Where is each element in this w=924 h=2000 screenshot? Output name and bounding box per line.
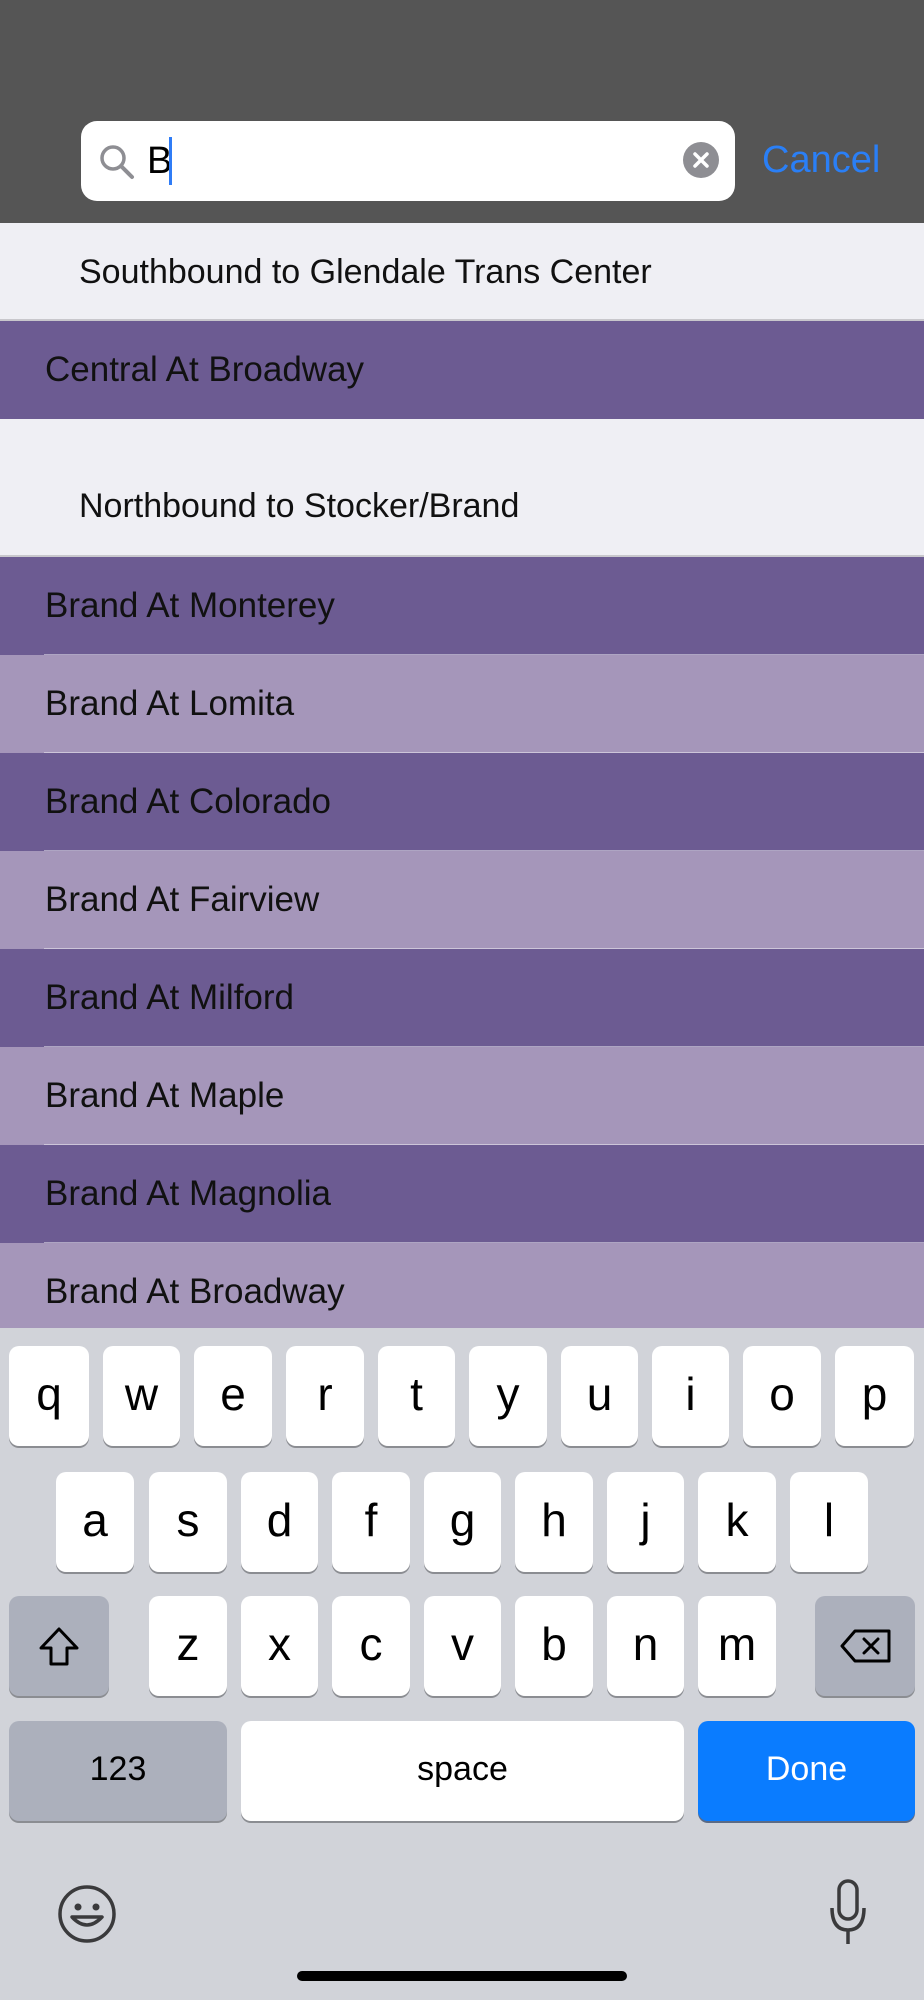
key-y[interactable]: y xyxy=(469,1346,547,1446)
key-c[interactable]: c xyxy=(332,1596,410,1696)
key-r[interactable]: r xyxy=(286,1346,364,1446)
key-j[interactable]: j xyxy=(607,1472,684,1572)
shift-icon xyxy=(39,1627,79,1666)
key-a[interactable]: a xyxy=(56,1472,134,1572)
stop-name: Central At Broadway xyxy=(45,350,365,389)
section-header-label: Northbound to Stocker/Brand xyxy=(79,487,520,525)
stop-name: Brand At Milford xyxy=(45,978,294,1017)
list-item[interactable]: Brand At Lomita xyxy=(0,655,924,753)
list-item[interactable]: Brand At Colorado xyxy=(0,753,924,851)
stop-name: Brand At Fairview xyxy=(45,880,320,919)
backspace-icon xyxy=(840,1629,891,1663)
list-item[interactable]: Brand At Milford xyxy=(0,949,924,1047)
cancel-button[interactable]: Cancel xyxy=(762,130,880,190)
stop-name: Brand At Lomita xyxy=(45,684,295,723)
key-u[interactable]: u xyxy=(561,1346,638,1446)
key-x[interactable]: x xyxy=(241,1596,318,1696)
key-h[interactable]: h xyxy=(515,1472,593,1572)
list-item[interactable]: Brand At Monterey xyxy=(0,557,924,655)
list-item[interactable]: Brand At Fairview xyxy=(0,851,924,949)
key-w[interactable]: w xyxy=(103,1346,180,1446)
section-header-label: Southbound to Glendale Trans Center xyxy=(79,253,652,291)
key-e[interactable]: e xyxy=(194,1346,272,1446)
microphone-icon[interactable] xyxy=(828,1878,868,1948)
stop-name: Brand At Broadway xyxy=(45,1272,345,1311)
section-header: Southbound to Glendale Trans Center xyxy=(0,223,924,321)
section-header: Northbound to Stocker/Brand xyxy=(0,419,924,557)
key-o[interactable]: o xyxy=(743,1346,821,1446)
search-icon xyxy=(100,145,134,179)
key-d[interactable]: d xyxy=(241,1472,318,1572)
stop-name: Brand At Colorado xyxy=(45,782,332,821)
shift-key[interactable] xyxy=(9,1596,109,1696)
keyboard: q w e r t y u i o p a s d f g h j k l z … xyxy=(0,1328,924,2000)
key-v[interactable]: v xyxy=(424,1596,501,1696)
text-cursor xyxy=(169,137,172,185)
stop-name: Brand At Monterey xyxy=(45,586,335,625)
done-button[interactable]: Done xyxy=(698,1721,915,1821)
backspace-key[interactable] xyxy=(815,1596,915,1696)
space-key[interactable]: space xyxy=(241,1721,684,1821)
home-indicator xyxy=(297,1971,627,1981)
key-m[interactable]: m xyxy=(698,1596,776,1696)
list-item[interactable]: Brand At Maple xyxy=(0,1047,924,1145)
key-i[interactable]: i xyxy=(652,1346,729,1446)
key-t[interactable]: t xyxy=(378,1346,455,1446)
list-item[interactable]: Brand At Broadway xyxy=(0,1243,924,1341)
key-g[interactable]: g xyxy=(424,1472,501,1572)
list-item[interactable]: Central At Broadway xyxy=(0,321,924,419)
search-bar: B Cancel xyxy=(0,0,924,223)
list-item[interactable]: Brand At Magnolia xyxy=(0,1145,924,1243)
key-f[interactable]: f xyxy=(332,1472,410,1572)
stop-name: Brand At Magnolia xyxy=(45,1174,332,1213)
numbers-key[interactable]: 123 xyxy=(9,1721,227,1821)
search-field[interactable]: B xyxy=(81,121,735,201)
key-s[interactable]: s xyxy=(149,1472,227,1572)
key-z[interactable]: z xyxy=(149,1596,227,1696)
key-n[interactable]: n xyxy=(607,1596,684,1696)
stop-name: Brand At Maple xyxy=(45,1076,285,1115)
emoji-icon[interactable] xyxy=(56,1883,118,1945)
key-p[interactable]: p xyxy=(835,1346,914,1446)
key-l[interactable]: l xyxy=(790,1472,868,1572)
key-q[interactable]: q xyxy=(9,1346,89,1446)
key-b[interactable]: b xyxy=(515,1596,593,1696)
clear-icon[interactable] xyxy=(683,142,719,178)
key-k[interactable]: k xyxy=(698,1472,776,1572)
